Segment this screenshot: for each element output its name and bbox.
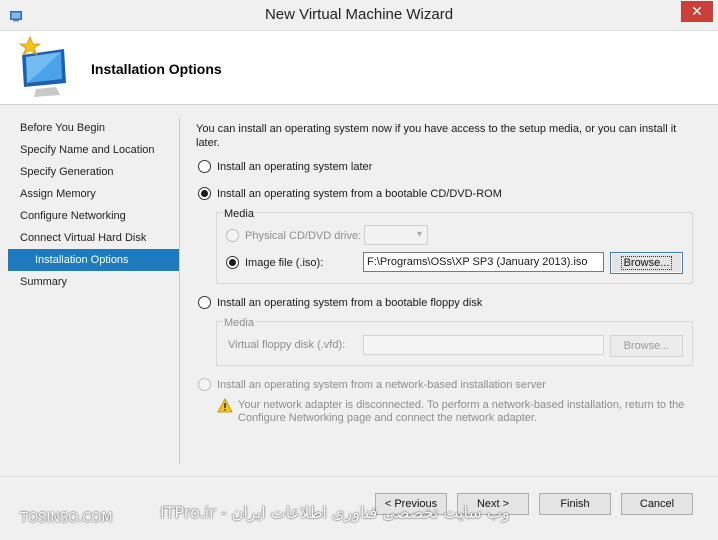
nav-item-summary[interactable]: Summary <box>8 271 179 293</box>
radio-selected-dot <box>229 259 236 266</box>
wizard-steps-nav: Before You Begin Specify Name and Locati… <box>8 117 179 293</box>
option-install-cd-label: Install an operating system from a boota… <box>217 187 502 200</box>
physical-drive-label: Physical CD/DVD drive: <box>245 229 362 242</box>
browse-iso-button-label: Browse... <box>620 256 673 270</box>
image-file-radio[interactable] <box>226 256 239 269</box>
option-install-floppy-radio[interactable] <box>198 296 211 309</box>
option-install-later[interactable]: Install an operating system later <box>198 160 372 173</box>
option-install-cd-radio[interactable] <box>198 187 211 200</box>
close-button[interactable]: ✕ <box>681 1 713 22</box>
image-file-option[interactable]: Image file (.iso): <box>226 256 323 269</box>
physical-drive-radio[interactable] <box>226 229 239 242</box>
chevron-down-icon: ▾ <box>416 229 422 240</box>
nav-item-specify-generation[interactable]: Specify Generation <box>8 161 179 183</box>
physical-drive-option[interactable]: Physical CD/DVD drive: <box>226 229 361 242</box>
nav-divider <box>179 118 180 464</box>
nav-item-connect-virtual-hard-disk[interactable]: Connect Virtual Hard Disk <box>8 227 179 249</box>
window-title: New Virtual Machine Wizard <box>264 6 454 23</box>
nav-item-assign-memory[interactable]: Assign Memory <box>8 183 179 205</box>
footer-separator <box>0 476 718 477</box>
cd-media-legend: Media <box>223 208 255 220</box>
new-vm-wizard-icon <box>18 35 66 97</box>
option-install-floppy-label: Install an operating system from a boota… <box>217 296 483 309</box>
nav-item-before-you-begin[interactable]: Before You Begin <box>8 117 179 139</box>
option-install-later-label: Install an operating system later <box>217 160 373 173</box>
close-icon: ✕ <box>691 3 703 19</box>
option-install-network[interactable]: Install an operating system from a netwo… <box>198 378 546 391</box>
page-title: Installation Options <box>91 61 222 77</box>
nav-item-specify-name-and-location[interactable]: Specify Name and Location <box>8 139 179 161</box>
browse-floppy-button[interactable]: Browse... <box>610 335 683 357</box>
floppy-label: Virtual floppy disk (.vfd): <box>228 339 346 351</box>
floppy-file-input[interactable] <box>363 335 604 355</box>
browse-iso-button[interactable]: Browse... <box>610 252 683 274</box>
nav-item-installation-options[interactable]: Installation Options <box>8 249 179 271</box>
physical-drive-select[interactable]: ▾ <box>364 225 428 245</box>
warning-icon <box>217 398 233 413</box>
image-file-label: Image file (.iso): <box>245 256 324 269</box>
watermark-itpro: ITPro.ir - وب سایت تخصصی فناوری اطلاعات … <box>160 503 510 522</box>
finish-button[interactable]: Finish <box>539 493 611 515</box>
floppy-media-legend: Media <box>223 317 255 329</box>
intro-text: You can install an operating system now … <box>196 123 677 149</box>
option-install-network-radio[interactable] <box>198 378 211 391</box>
title-bar: New Virtual Machine Wizard ✕ <box>0 0 718 31</box>
radio-selected-dot <box>201 190 208 197</box>
watermark-tosinso: TOSINSO.COM <box>20 511 113 526</box>
wizard-header: Installation Options <box>0 31 718 105</box>
option-install-cd[interactable]: Install an operating system from a boota… <box>198 187 502 200</box>
browse-floppy-button-label: Browse... <box>623 340 670 352</box>
cancel-button-label: Cancel <box>639 498 675 510</box>
network-warning-text: Your network adapter is disconnected. To… <box>238 399 685 424</box>
option-install-network-label: Install an operating system from a netwo… <box>217 378 546 391</box>
option-install-floppy[interactable]: Install an operating system from a boota… <box>198 296 482 309</box>
cancel-button[interactable]: Cancel <box>621 493 693 515</box>
image-file-input[interactable]: F:\Programs\OSs\XP SP3 (January 2013).is… <box>363 252 604 272</box>
nav-item-configure-networking[interactable]: Configure Networking <box>8 205 179 227</box>
finish-button-label: Finish <box>560 498 590 510</box>
option-install-later-radio[interactable] <box>198 160 211 173</box>
